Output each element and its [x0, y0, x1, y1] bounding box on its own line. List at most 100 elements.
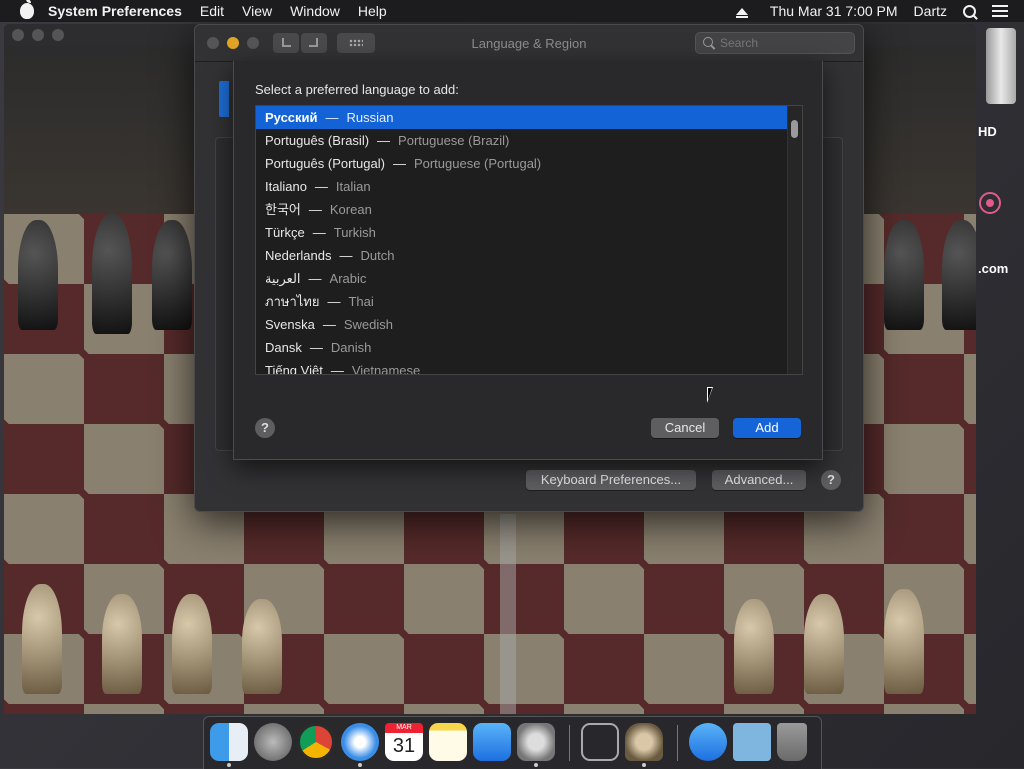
help-button[interactable]: ? [255, 418, 275, 438]
menu-edit[interactable]: Edit [200, 3, 224, 19]
language-separator: — [330, 363, 344, 375]
app-store-downloads-icon[interactable] [689, 723, 727, 761]
app-desktop-icon[interactable] [978, 175, 1008, 235]
language-english-name: Portuguese (Brazil) [398, 133, 510, 148]
menu-window[interactable]: Window [290, 3, 340, 19]
chess-piece[interactable] [102, 594, 142, 694]
chess-piece[interactable] [22, 584, 62, 694]
language-row[interactable]: ภาษาไทย — Thai [256, 290, 802, 313]
sheet-prompt: Select a preferred language to add: [255, 82, 459, 97]
language-native-name: Svenska [265, 317, 315, 332]
language-separator: — [339, 248, 353, 263]
language-row[interactable]: Tiếng Việt — Vietnamese [256, 359, 802, 375]
menu-help[interactable]: Help [358, 3, 387, 19]
dock-separator [569, 725, 570, 761]
system-preferences-icon[interactable] [517, 723, 555, 761]
trash-icon[interactable] [777, 723, 807, 761]
hard-drive-label[interactable]: HD [978, 124, 997, 139]
language-native-name: ภาษาไทย [265, 294, 320, 309]
language-separator: — [392, 156, 406, 171]
menubar-clock[interactable]: Thu Mar 31 7:00 PM [770, 3, 898, 19]
chess-piece[interactable] [172, 594, 212, 694]
language-separator: — [309, 340, 323, 355]
advanced-button[interactable]: Advanced... [712, 470, 806, 490]
language-row[interactable]: Português (Portugal) — Portuguese (Portuga… [256, 152, 802, 175]
menu-view[interactable]: View [242, 3, 272, 19]
language-row[interactable]: Русский — Russian [256, 106, 787, 129]
language-english-name: Swedish [343, 317, 394, 332]
running-indicator [534, 763, 538, 767]
close-button[interactable] [12, 29, 24, 41]
language-native-name: Italiano [265, 179, 307, 194]
app-store-icon[interactable] [473, 723, 511, 761]
language-english-name: Vietnamese [351, 363, 421, 375]
launchpad-icon[interactable] [254, 723, 292, 761]
dock: MAR 31 [203, 716, 822, 769]
menubar-user[interactable]: Dartz [914, 3, 947, 19]
language-english-name: Korean [329, 202, 372, 217]
language-native-name: Русский [265, 110, 318, 125]
finder-icon[interactable] [210, 723, 248, 761]
scrollbar-thumb[interactable] [791, 120, 798, 138]
desktop-file-label[interactable]: .com [978, 261, 1008, 276]
language-english-name: Russian [346, 110, 394, 125]
language-row[interactable]: Svenska — Swedish [256, 313, 802, 336]
language-separator: — [377, 133, 391, 148]
language-row[interactable]: Português (Brasil) — Portuguese (Brazil) [256, 129, 802, 152]
chess-piece[interactable] [942, 220, 976, 330]
search-placeholder: Search [720, 36, 759, 50]
chess-piece[interactable] [92, 214, 132, 334]
apple-menu-icon[interactable] [20, 0, 34, 19]
chess-piece[interactable] [152, 220, 192, 330]
language-row[interactable]: Türkçe — Turkish [256, 221, 802, 244]
chess-piece[interactable] [734, 599, 774, 694]
hard-drive-icon[interactable] [978, 28, 1020, 110]
language-row[interactable]: العربية — Arabic [256, 267, 802, 290]
chess-piece[interactable] [884, 589, 924, 694]
add-button[interactable]: Add [733, 418, 801, 438]
notification-center-icon[interactable] [992, 5, 1008, 17]
scrollbar[interactable] [787, 106, 802, 374]
mouse-cursor [707, 387, 713, 403]
chrome-icon[interactable] [297, 723, 335, 761]
language-english-name: Danish [330, 340, 372, 355]
search-input[interactable]: Search [695, 32, 855, 54]
language-row[interactable]: 한국어 — Korean [256, 198, 802, 221]
language-row[interactable]: Dansk — Danish [256, 336, 802, 359]
language-separator: — [314, 179, 328, 194]
chess-piece[interactable] [804, 594, 844, 694]
language-english-name: Dutch [360, 248, 395, 263]
running-indicator [642, 763, 646, 767]
running-indicator [227, 763, 231, 767]
folder-icon[interactable] [733, 723, 771, 761]
notes-icon[interactable] [429, 723, 467, 761]
language-separator: — [308, 202, 322, 217]
calendar-icon[interactable]: MAR 31 [385, 723, 423, 761]
cancel-button[interactable]: Cancel [651, 418, 719, 438]
keyboard-preferences-button[interactable]: Keyboard Preferences... [526, 470, 696, 490]
language-rows: Русский — Russian Português (Brasil) — Portug… [256, 106, 802, 375]
chess-piece[interactable] [884, 220, 924, 330]
language-row[interactable]: Italiano — Italian [256, 175, 802, 198]
zoom-button[interactable] [52, 29, 64, 41]
chess-piece[interactable] [18, 220, 58, 330]
chess-piece[interactable] [242, 599, 282, 694]
language-separator: — [312, 225, 326, 240]
calendar-month: MAR [385, 723, 423, 733]
help-button[interactable]: ? [821, 470, 841, 490]
minimize-button[interactable] [32, 29, 44, 41]
safari-icon[interactable] [341, 723, 379, 761]
chess-icon[interactable] [625, 723, 663, 761]
language-row[interactable]: Nederlands — Dutch [256, 244, 802, 267]
language-native-name: العربية [265, 271, 301, 286]
utility-icon[interactable] [581, 723, 619, 761]
language-list[interactable]: Русский — Russian Português (Brasil) — Portug… [255, 105, 803, 375]
language-english-name: Thai [348, 294, 374, 309]
menu-app-name[interactable]: System Preferences [48, 3, 182, 19]
eject-icon[interactable] [735, 7, 748, 18]
dock-separator [677, 725, 678, 761]
menu-bar: System Preferences Edit View Window Help… [0, 0, 1024, 22]
language-native-name: Türkçe [265, 225, 305, 240]
spotlight-search-icon[interactable] [963, 4, 976, 18]
language-native-name: 한국어 [265, 202, 301, 217]
